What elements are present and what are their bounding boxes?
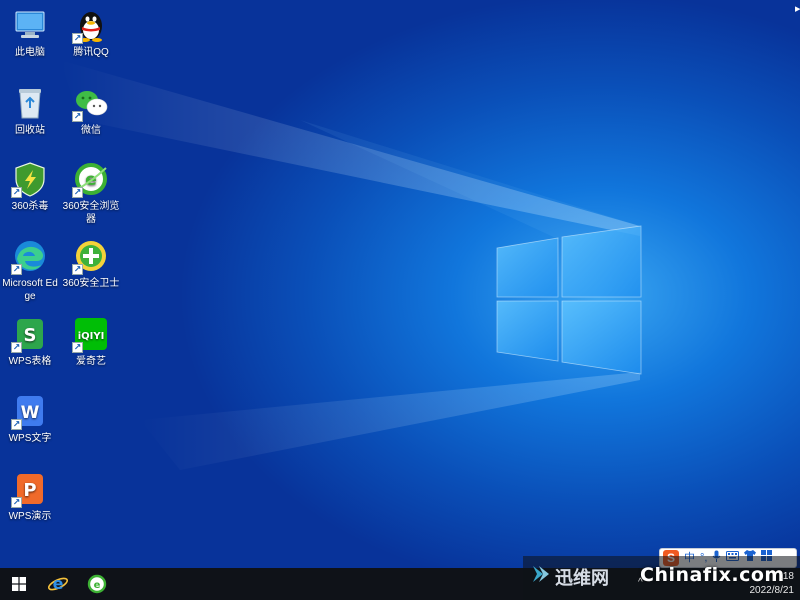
icon-label: Microsoft Edge — [2, 278, 58, 302]
svg-text:W: W — [21, 403, 40, 423]
logo-pane-br — [561, 300, 642, 375]
windows-logo-icon — [12, 577, 26, 591]
taskbar-internet-explorer[interactable]: e — [39, 568, 77, 600]
icon-label: 360杀毒 — [11, 201, 49, 212]
desktop-icon-wps-sheet[interactable]: S ↗ WPS表格 — [0, 315, 60, 368]
shortcut-arrow-icon: ↗ — [11, 419, 22, 430]
wps-show-icon: P ↗ — [11, 470, 49, 508]
shield-icon: ↗ — [11, 160, 49, 198]
desktop-icon-wechat[interactable]: ↗ 微信 — [61, 84, 121, 137]
clock-time[interactable]: :18 — [780, 571, 794, 582]
svg-text:e: e — [94, 580, 101, 591]
desktop: 此电脑 回收站 ↗ 360杀毒 ↗ Microsoft Edge S ↗ WPS… — [0, 0, 800, 600]
shortcut-arrow-icon: ↗ — [11, 264, 22, 275]
tray-icons: ^ — [638, 577, 643, 588]
recycle-bin-icon — [11, 84, 49, 122]
start-button[interactable] — [0, 568, 38, 600]
icon-label: WPS演示 — [8, 511, 52, 522]
shortcut-arrow-icon: ↗ — [72, 33, 83, 44]
svg-text:e: e — [53, 574, 64, 593]
qq-penguin-icon: ↗ — [72, 6, 110, 44]
system-tray: ^ :18 2022/8/21 — [632, 568, 800, 600]
desktop-icon-qq[interactable]: ↗ 腾讯QQ — [61, 6, 121, 59]
icon-label: 360安全卫士 — [62, 278, 120, 289]
wps-writer-icon: W ↗ — [11, 392, 49, 430]
shortcut-arrow-icon: ↗ — [72, 111, 83, 122]
iqiyi-icon: iQIYI ↗ — [72, 315, 110, 353]
desktop-icon-360-browser[interactable]: e ↗ 360安全浏览器 — [61, 160, 121, 226]
icon-label: 爱奇艺 — [76, 356, 106, 367]
shortcut-arrow-icon: ↗ — [11, 497, 22, 508]
desktop-icon-this-pc[interactable]: 此电脑 — [0, 6, 60, 59]
shortcut-arrow-icon: ↗ — [72, 264, 83, 275]
wechat-icon: ↗ — [72, 84, 110, 122]
computer-icon — [11, 6, 49, 44]
shortcut-arrow-icon: ↗ — [11, 187, 22, 198]
taskbar-360-browser[interactable]: e — [78, 568, 116, 600]
clock-date[interactable]: 2022/8/21 — [750, 585, 795, 596]
icon-label: 此电脑 — [15, 47, 45, 58]
icon-label: 回收站 — [15, 125, 45, 136]
top-right-caret-icon: ▸ — [795, 3, 800, 15]
desktop-icon-360-safeguard[interactable]: ↗ 360安全卫士 — [61, 237, 121, 290]
show-hidden-icons-button[interactable]: ^ — [638, 577, 643, 588]
wps-sheet-icon: S ↗ — [11, 315, 49, 353]
desktop-icon-wps-writer[interactable]: W ↗ WPS文字 — [0, 392, 60, 445]
desktop-icon-recycle-bin[interactable]: 回收站 — [0, 84, 60, 137]
edge-icon: ↗ — [11, 237, 49, 275]
icon-label: WPS表格 — [8, 356, 52, 367]
icon-label: 腾讯QQ — [73, 47, 109, 58]
360-safeguard-icon: ↗ — [72, 237, 110, 275]
watermark-arrow-icon — [533, 566, 549, 582]
internet-explorer-icon: e — [47, 574, 69, 593]
logo-pane-tr — [561, 225, 642, 298]
watermark-chinese-text: 迅维网 — [555, 568, 609, 589]
shortcut-arrow-icon: ↗ — [72, 342, 83, 353]
desktop-icon-iqiyi[interactable]: iQIYI ↗ 爱奇艺 — [61, 315, 121, 368]
iqiyi-logo-text: iQIYI — [78, 331, 105, 342]
logo-pane-tl — [496, 237, 559, 298]
svg-text:P: P — [23, 480, 36, 501]
icon-label: WPS文字 — [8, 433, 52, 444]
desktop-icon-wps-show[interactable]: P ↗ WPS演示 — [0, 470, 60, 523]
logo-pane-bl — [496, 300, 559, 362]
desktop-icon-edge[interactable]: ↗ Microsoft Edge — [0, 237, 60, 303]
shortcut-arrow-icon: ↗ — [72, 187, 83, 198]
svg-text:S: S — [24, 325, 37, 346]
icon-label: 微信 — [81, 125, 101, 136]
desktop-icon-360-antivirus[interactable]: ↗ 360杀毒 — [0, 160, 60, 213]
shortcut-arrow-icon: ↗ — [11, 342, 22, 353]
icon-label: 360安全浏览器 — [62, 201, 120, 225]
360-browser-icon: e ↗ — [72, 160, 110, 198]
360-browser-icon: e — [87, 574, 107, 594]
